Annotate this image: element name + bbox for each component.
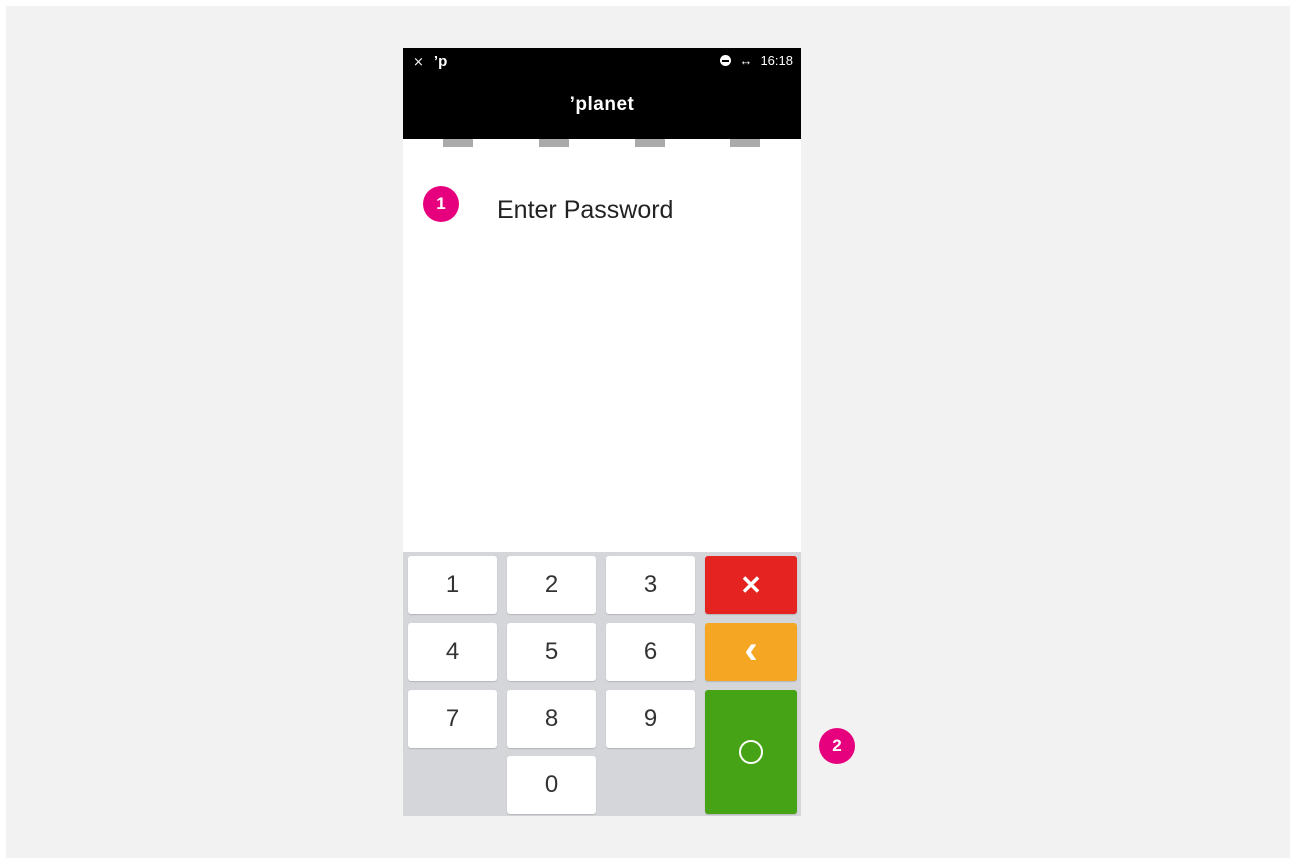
status-bar: ⨯ ’p ↔ 16:18 [403,48,801,78]
page-title: Enter Password [497,196,674,224]
chevron-left-icon: ‹ [744,628,758,672]
instruction-panel: ⨯ ’p ↔ 16:18 ’planet Enter Password 1 2 … [6,6,1290,858]
ok-circle-icon [739,740,763,764]
bluetooth-off-icon: ⨯ [413,53,424,69]
progress-marker [443,139,473,147]
key-3[interactable]: 3 [606,556,695,614]
backspace-button[interactable]: ‹ [705,623,797,681]
do-not-disturb-icon [720,55,732,66]
key-4[interactable]: 4 [408,623,497,681]
key-1[interactable]: 1 [408,556,497,614]
progress-marker [635,139,665,147]
progress-markers [403,139,801,149]
progress-marker [539,139,569,147]
planet-logo: ’planet [569,94,635,115]
data-transfer-icon: ↔ [739,53,753,68]
key-7[interactable]: 7 [408,690,497,748]
key-6[interactable]: 6 [606,623,695,681]
key-5[interactable]: 5 [507,623,596,681]
cancel-button[interactable]: ✕ [705,556,797,614]
key-9[interactable]: 9 [606,690,695,748]
annotation-badge-1: 1 [423,186,459,222]
terminal-screen: ⨯ ’p ↔ 16:18 ’planet Enter Password 1 2 … [403,48,801,816]
key-0[interactable]: 0 [507,756,596,814]
confirm-button[interactable] [705,690,797,814]
progress-marker [730,139,760,147]
key-2[interactable]: 2 [507,556,596,614]
pin-keypad: 1 2 3 ✕ 4 5 6 ‹ 7 8 9 0 [403,552,801,816]
annotation-badge-2: 2 [819,728,855,764]
planet-p-icon: ’p [433,53,448,70]
close-icon: ✕ [740,569,762,600]
status-time: 16:18 [760,53,793,68]
key-8[interactable]: 8 [507,690,596,748]
app-header: ’planet [403,78,801,139]
